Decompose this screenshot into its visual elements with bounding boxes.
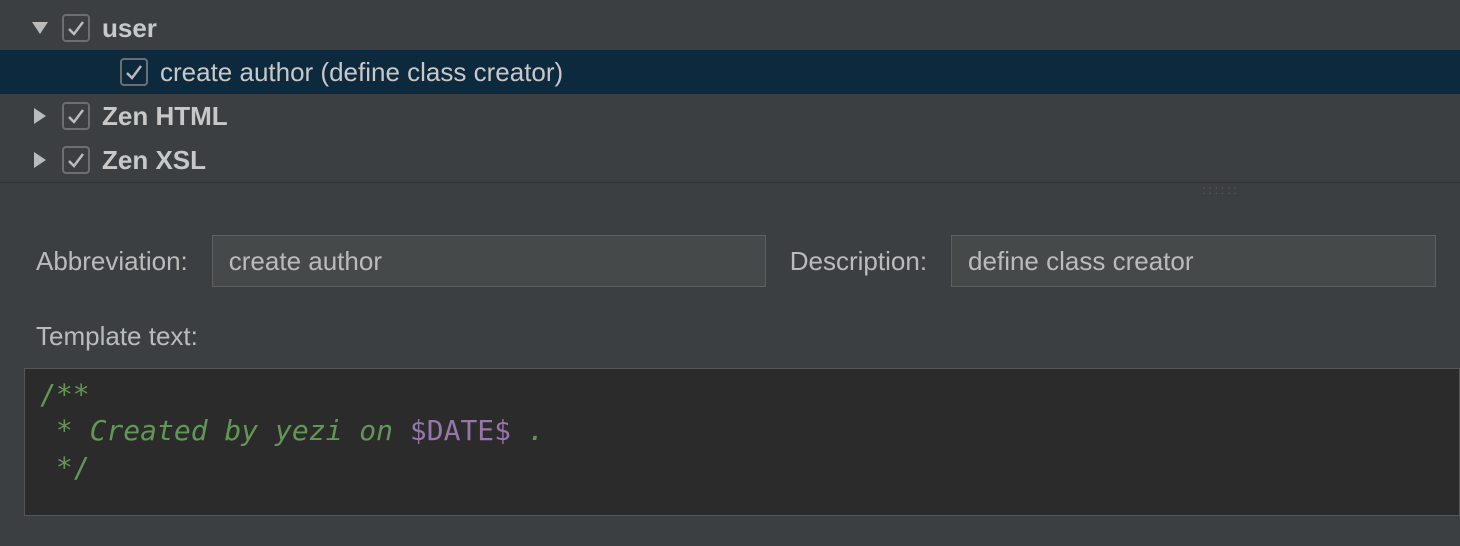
description-label: Description: xyxy=(790,246,927,277)
code-variable: $DATE$ xyxy=(410,414,511,447)
tree-item-zen-xsl[interactable]: Zen XSL xyxy=(30,138,1460,182)
templates-tree: user create author (define class creator… xyxy=(0,0,1460,183)
disclosure-down-icon[interactable] xyxy=(30,18,50,38)
tree-item-label: create author (define class creator) xyxy=(160,57,563,88)
template-text-label: Template text: xyxy=(36,321,1436,352)
code-line: */ xyxy=(39,451,90,484)
checkbox[interactable] xyxy=(62,14,90,42)
code-line: /** xyxy=(39,378,90,411)
tree-item-create-author[interactable]: create author (define class creator) xyxy=(0,50,1460,94)
abbreviation-input[interactable] xyxy=(212,235,766,287)
checkbox[interactable] xyxy=(120,58,148,86)
template-text-editor[interactable]: /** * Created by yezi on $DATE$ . */ xyxy=(24,368,1460,516)
splitter-handle-icon[interactable]: :::::: xyxy=(0,183,1460,201)
code-line: * Created by yezi on xyxy=(39,414,410,447)
abbreviation-label: Abbreviation: xyxy=(36,246,188,277)
tree-item-label: Zen XSL xyxy=(102,145,206,176)
disclosure-right-icon[interactable] xyxy=(30,106,50,126)
disclosure-right-icon[interactable] xyxy=(30,150,50,170)
checkbox[interactable] xyxy=(62,146,90,174)
template-form: Abbreviation: Description: Template text… xyxy=(0,201,1460,516)
code-line: . xyxy=(511,414,545,447)
tree-item-zen-html[interactable]: Zen HTML xyxy=(30,94,1460,138)
checkbox[interactable] xyxy=(62,102,90,130)
tree-item-user[interactable]: user xyxy=(30,6,1460,50)
form-row-main: Abbreviation: Description: xyxy=(36,235,1436,287)
tree-item-label: user xyxy=(102,13,157,44)
tree-item-label: Zen HTML xyxy=(102,101,228,132)
description-input[interactable] xyxy=(951,235,1436,287)
